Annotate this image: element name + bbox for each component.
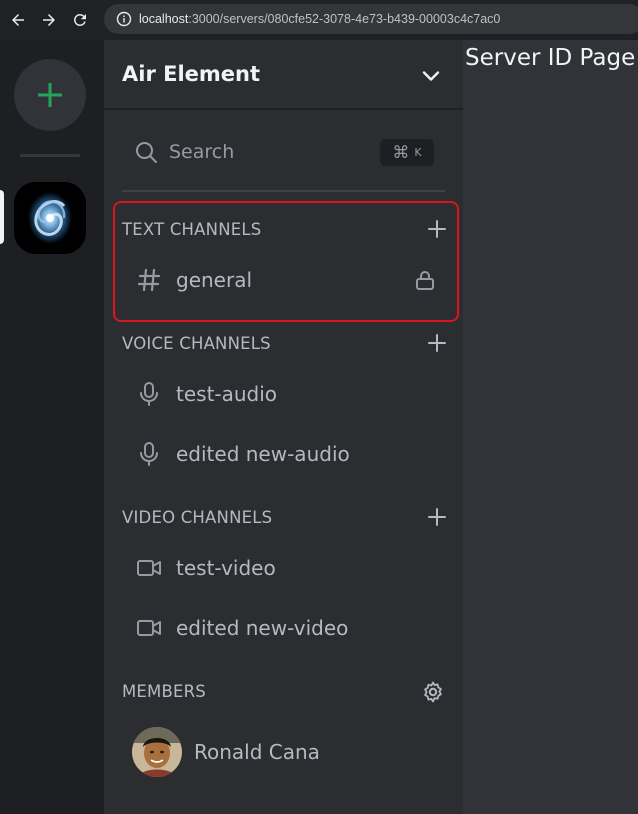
avatar: [132, 727, 182, 777]
shortcut-key: K: [414, 146, 422, 159]
section-label-members: MEMBERS: [122, 681, 206, 701]
plus-icon: [38, 83, 62, 107]
address-bar[interactable]: localhost:3000/servers/080cfe52-3078-4e7…: [104, 4, 638, 34]
browser-toolbar: localhost:3000/servers/080cfe52-3078-4e7…: [0, 0, 638, 40]
member-name: Ronald Cana: [194, 740, 320, 764]
site-info-icon[interactable]: [116, 11, 132, 27]
arrow-left-icon: [12, 14, 24, 26]
channel-edited-new-video[interactable]: edited new-video: [132, 606, 448, 650]
search-label: Search: [169, 141, 235, 163]
section-members: MEMBERS: [122, 679, 448, 703]
arrow-right-icon: [43, 14, 55, 26]
section-voice-channels: VOICE CHANNELS: [122, 331, 448, 355]
server-rail: [0, 40, 104, 814]
channel-label: test-audio: [176, 382, 278, 406]
main-content: Server ID Page: [463, 40, 638, 814]
channel-sidebar: Air Element Search ⌘ K TEXT CHANNELS gen…: [104, 40, 463, 814]
channel-label: test-video: [176, 556, 276, 580]
url-path: :3000/servers/080cfe52-3078-4e73-b439-00…: [188, 12, 501, 26]
plus-icon: [428, 508, 446, 526]
section-video-channels: VIDEO CHANNELS: [122, 505, 448, 529]
reload-button[interactable]: [67, 7, 93, 33]
channel-label: edited new-audio: [176, 442, 350, 466]
server-name: Air Element: [122, 62, 261, 86]
server-icon-air-element[interactable]: [14, 182, 86, 254]
page-title: Server ID Page: [465, 45, 636, 71]
add-video-channel-button[interactable]: [426, 506, 448, 528]
add-server-button[interactable]: [14, 59, 86, 131]
rail-separator: [20, 154, 80, 157]
member-ronald-cana[interactable]: Ronald Cana: [132, 724, 320, 780]
video-camera-icon: [136, 555, 162, 581]
section-label-video-channels: VIDEO CHANNELS: [122, 507, 273, 527]
add-voice-channel-button[interactable]: [426, 332, 448, 354]
search-icon: [136, 142, 157, 163]
channel-edited-new-audio[interactable]: edited new-audio: [132, 432, 448, 476]
channel-test-video[interactable]: test-video: [132, 546, 448, 590]
sidebar-divider: [122, 190, 445, 192]
active-server-indicator: [0, 190, 4, 244]
highlight-annotation: [113, 201, 459, 322]
galaxy-icon: [14, 182, 86, 254]
chevron-down-icon[interactable]: [421, 66, 441, 86]
search-shortcut-badge: ⌘ K: [380, 139, 434, 166]
back-button[interactable]: [5, 7, 31, 33]
plus-icon: [428, 334, 446, 352]
section-label-voice-channels: VOICE CHANNELS: [122, 333, 271, 353]
url-text: localhost:3000/servers/080cfe52-3078-4e7…: [139, 12, 500, 26]
reload-icon: [73, 13, 86, 26]
microphone-icon: [136, 381, 162, 407]
video-camera-icon: [136, 615, 162, 641]
search-button[interactable]: Search ⌘ K: [122, 132, 446, 172]
server-header[interactable]: Air Element: [104, 40, 463, 110]
command-key-icon: ⌘: [392, 142, 410, 163]
channel-label: edited new-video: [176, 616, 349, 640]
microphone-icon: [136, 441, 162, 467]
forward-button[interactable]: [36, 7, 62, 33]
url-host: localhost: [139, 12, 189, 26]
manage-members-gear-icon[interactable]: [421, 680, 445, 704]
channel-test-audio[interactable]: test-audio: [132, 372, 448, 416]
